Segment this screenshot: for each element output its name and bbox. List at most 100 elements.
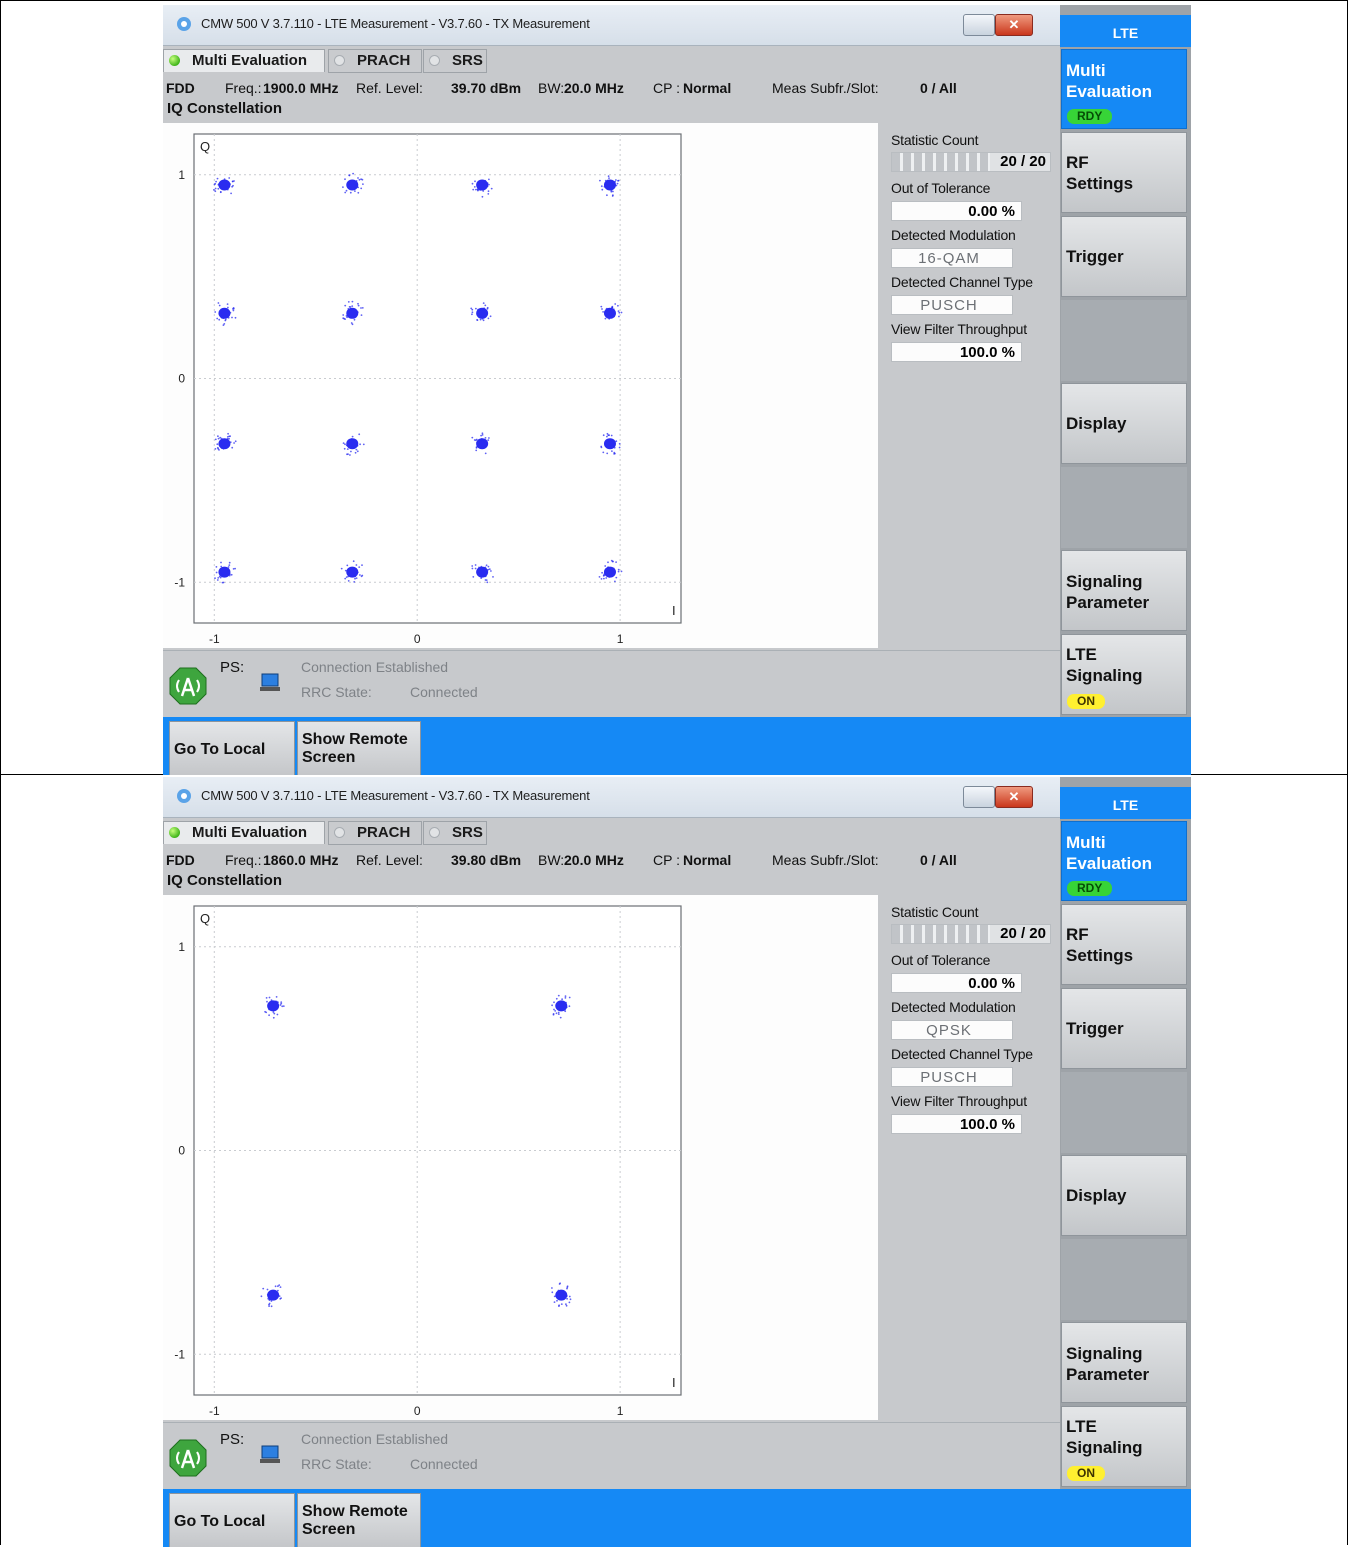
constellation-scatter-dot [605, 183, 608, 185]
constellation-scatter-dot [481, 318, 484, 320]
app-logo-icon [177, 17, 191, 31]
constellation-scatter-dot [214, 311, 217, 313]
softkey-trigger[interactable]: Trigger [1061, 216, 1187, 297]
cp-label: CP : [653, 80, 680, 96]
status-led-icon [429, 55, 440, 66]
close-button[interactable]: ✕ [995, 786, 1033, 808]
constellation-scatter-dot [566, 1285, 569, 1288]
softkey-signaling-parameter[interactable]: Signaling Parameter [1061, 1322, 1187, 1403]
constellation-scatter-dot [551, 1287, 553, 1289]
constellation-scatter-dot [482, 445, 485, 448]
y-axis-label: Q [200, 139, 210, 154]
close-button[interactable]: ✕ [995, 14, 1033, 36]
view-filter-label: View Filter Throughput [891, 1093, 1027, 1109]
constellation-scatter-dot [471, 311, 474, 314]
button-label: Go To Local [174, 1513, 266, 1530]
network-terminal-icon [260, 673, 280, 691]
constellation-scatter-dot [612, 185, 614, 188]
softkey-signaling-parameter[interactable]: Signaling Parameter [1061, 550, 1187, 631]
constellation-scatter-dot [348, 445, 350, 448]
constellation-scatter-dot [551, 1291, 554, 1294]
softkey-label: Trigger [1066, 247, 1124, 266]
constellation-scatter-dot [234, 440, 237, 443]
constellation-scatter-dot [227, 306, 229, 309]
section-title: IQ Constellation [167, 100, 283, 117]
constellation-scatter-dot [487, 565, 490, 568]
softkey-display[interactable]: Display [1061, 383, 1187, 464]
x-tick-label: -1 [209, 1404, 220, 1418]
constellation-scatter-dot [218, 318, 221, 321]
softkey-multi-evaluation[interactable]: Multi Evaluation RDY [1061, 821, 1187, 901]
constellation-scatter-dot [471, 565, 474, 567]
constellation-scatter-dot [552, 1013, 555, 1016]
constellation-scatter-dot [272, 1011, 275, 1013]
constellation-scatter-dot [214, 577, 216, 580]
constellation-scatter-dot [605, 444, 608, 447]
softkey-multi-evaluation[interactable]: Multi Evaluation RDY [1061, 49, 1187, 129]
constellation-scatter-dot [478, 439, 481, 441]
show-remote-screen-button[interactable]: Show Remote Screen [297, 1493, 421, 1547]
softkey-lte-signaling[interactable]: LTE Signaling ON [1061, 634, 1187, 715]
go-to-local-button[interactable]: Go To Local [169, 1493, 295, 1547]
result-panel: Statistic Count 20 / 20 Out of Tolerance… [886, 123, 1058, 648]
softkey-trigger[interactable]: Trigger [1061, 988, 1187, 1069]
softkey-rf-settings[interactable]: RF Settings [1061, 132, 1187, 213]
tab-multi-evaluation[interactable]: Multi Evaluation [163, 821, 325, 844]
constellation-scatter-dot [617, 568, 620, 571]
tab-multi-evaluation[interactable]: Multi Evaluation [163, 49, 325, 72]
softkey-label: LTE [1066, 1417, 1097, 1436]
constellation-scatter-dot [475, 188, 477, 191]
constellation-scatter-dot [611, 560, 614, 563]
on-badge: ON [1067, 694, 1105, 709]
minimize-button[interactable] [963, 786, 995, 808]
constellation-scatter-dot [264, 1010, 266, 1013]
tab-label: PRACH [357, 824, 411, 841]
constellation-scatter-dot [214, 187, 217, 190]
y-tick-label: 0 [178, 372, 185, 386]
softkey-rf-settings[interactable]: RF Settings [1061, 904, 1187, 985]
constellation-scatter-dot [473, 186, 476, 188]
constellation-scatter-dot [563, 1008, 566, 1011]
constellation-scatter-dot [348, 174, 351, 177]
constellation-scatter-dot [342, 442, 345, 444]
tab-prach[interactable]: PRACH [328, 821, 422, 845]
constellation-scatter-dot [226, 441, 229, 443]
constellation-scatter-dot [227, 566, 230, 568]
constellation-scatter-dot [488, 437, 490, 439]
constellation-scatter-dot [355, 564, 358, 566]
rrc-state-value: Connected [410, 684, 478, 700]
constellation-scatter-dot [558, 1305, 560, 1307]
constellation-scatter-dot [277, 1289, 279, 1292]
constellation-scatter-dot [273, 1291, 275, 1294]
ref-level-label: Ref. Level: [356, 80, 423, 96]
constellation-scatter-dot [275, 1292, 278, 1295]
tab-srs[interactable]: SRS [423, 821, 487, 845]
constellation-scatter-dot [220, 447, 223, 449]
tab-prach[interactable]: PRACH [328, 49, 422, 73]
constellation-scatter-dot [353, 318, 356, 321]
constellation-scatter-dot [568, 1301, 571, 1304]
constellation-scatter-dot [355, 180, 358, 182]
softkey-label: Parameter [1066, 593, 1150, 612]
instrument-screenshot-2: CMW 500 V 3.7.110 - LTE Measurement - V3… [163, 777, 1191, 1547]
connection-status-bar: PS: Connection Established RRC State: Co… [163, 650, 1060, 716]
window-titlebar: CMW 500 V 3.7.110 - LTE Measurement - V3… [163, 777, 1060, 818]
show-remote-screen-button[interactable]: Show Remote Screen [297, 721, 421, 775]
constellation-scatter-dot [599, 179, 601, 182]
constellation-scatter-dot [219, 570, 222, 572]
constellation-scatter-dot [359, 443, 361, 446]
ps-label: PS: [220, 659, 245, 676]
constellation-scatter-dot [349, 191, 352, 194]
softkey-label: Display [1066, 414, 1127, 433]
softkey-lte-signaling[interactable]: LTE Signaling ON [1061, 1406, 1187, 1487]
minimize-button[interactable] [963, 14, 995, 36]
softkey-header: LTE [1060, 15, 1191, 47]
constellation-scatter-dot [231, 316, 233, 319]
softkey-display[interactable]: Display [1061, 1155, 1187, 1236]
constellation-scatter-dot [612, 194, 614, 197]
go-to-local-button[interactable]: Go To Local [169, 721, 295, 775]
iq-constellation-plot: Q I 1 0 -1 -1 0 1 [163, 895, 878, 1420]
constellation-scatter-dot [566, 1295, 568, 1297]
measurement-params: FDD Freq.: 1900.0 MHz Ref. Level: 39.70 … [163, 75, 1060, 97]
tab-srs[interactable]: SRS [423, 49, 487, 73]
